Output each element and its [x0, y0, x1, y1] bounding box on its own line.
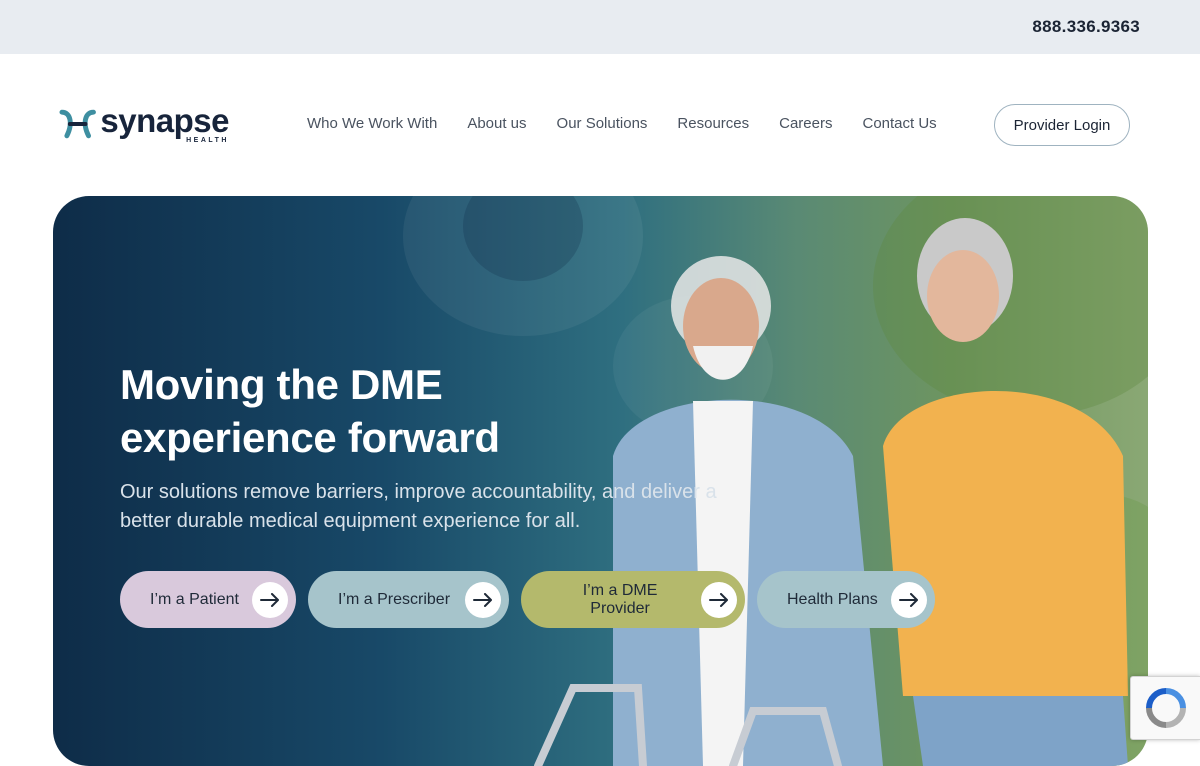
- recaptcha-icon: [1145, 688, 1186, 728]
- nav-item-careers[interactable]: Careers: [779, 115, 832, 132]
- hero-title-line2: experience forward: [120, 414, 500, 461]
- arrow-right-icon: [252, 581, 288, 618]
- logo-wordmark: synapse: [100, 102, 229, 139]
- prescriber-cta-button[interactable]: I’m a Prescriber: [308, 571, 509, 628]
- patient-cta-label: I’m a Patient: [150, 590, 239, 608]
- provider-login-button[interactable]: Provider Login: [994, 104, 1130, 146]
- health-plans-cta-label: Health Plans: [787, 590, 878, 608]
- nav-item-resources[interactable]: Resources: [677, 115, 749, 132]
- dme-provider-cta-label: I’m a DME Provider: [582, 581, 658, 617]
- nav-item-our-solutions[interactable]: Our Solutions: [557, 115, 648, 132]
- arrow-right-icon: [891, 581, 927, 618]
- dme-provider-cta-button[interactable]: I’m a DME Provider: [521, 571, 745, 628]
- phone-number-link[interactable]: 888.336.9363: [1032, 17, 1140, 37]
- hero-title: Moving the DME experience forward: [120, 358, 640, 464]
- logo-subtitle: HEALTH: [186, 137, 229, 144]
- arrow-right-icon: [701, 581, 737, 618]
- hero-banner: Moving the DME experience forward Our so…: [53, 196, 1148, 766]
- nav-item-contact-us[interactable]: Contact Us: [862, 115, 936, 132]
- recaptcha-badge[interactable]: [1130, 676, 1200, 740]
- synapse-health-logo[interactable]: synapse HEALTH: [59, 102, 229, 150]
- top-bar: 888.336.9363: [0, 0, 1200, 54]
- hero-title-line1: Moving the DME: [120, 361, 443, 408]
- prescriber-cta-label: I’m a Prescriber: [338, 590, 451, 608]
- synapse-logo-icon: [59, 109, 96, 139]
- patient-cta-button[interactable]: I’m a Patient: [120, 571, 296, 628]
- hero-subtitle: Our solutions remove barriers, improve a…: [120, 481, 717, 532]
- site-header: synapse HEALTH Who We Work With About us…: [0, 54, 1200, 196]
- main-nav: Who We Work With About us Our Solutions …: [307, 115, 937, 132]
- nav-item-who-we-work-with[interactable]: Who We Work With: [307, 115, 437, 132]
- arrow-right-icon: [465, 581, 501, 618]
- nav-item-about-us[interactable]: About us: [467, 115, 526, 132]
- health-plans-cta-button[interactable]: Health Plans: [757, 571, 935, 628]
